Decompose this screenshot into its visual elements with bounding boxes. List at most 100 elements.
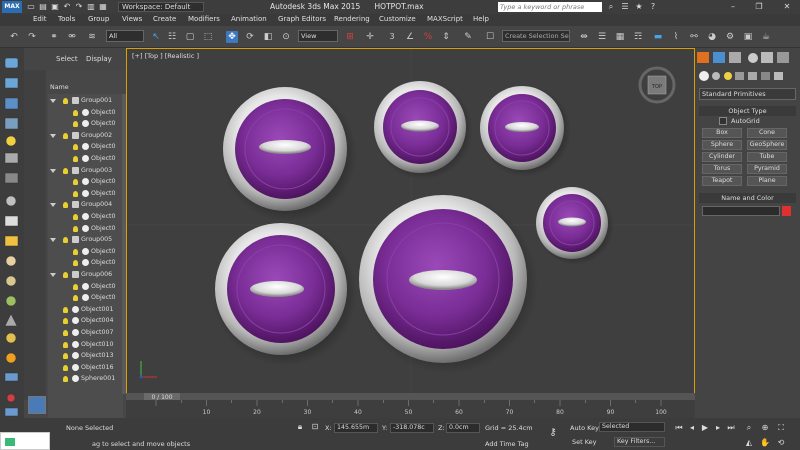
toggle-layer-explorer-icon[interactable]: ☶ bbox=[632, 31, 644, 43]
tree-object-row[interactable]: Object0 bbox=[48, 211, 118, 223]
zoom-icon[interactable]: ⌕ bbox=[744, 423, 754, 433]
visibility-bulb-icon[interactable] bbox=[63, 272, 68, 278]
tree-group-row[interactable]: Group003 bbox=[48, 165, 118, 177]
tree-object-row[interactable]: Object0 bbox=[48, 153, 118, 165]
add-time-tag[interactable]: Add Time Tag bbox=[485, 440, 529, 448]
edit-named-selection-icon[interactable]: ✎ bbox=[462, 31, 474, 43]
app-logo[interactable]: MAX bbox=[2, 1, 22, 13]
expand-arrow-icon[interactable] bbox=[50, 203, 56, 208]
tree-object-row[interactable]: Object0 bbox=[48, 188, 118, 200]
visibility-bulb-icon[interactable] bbox=[63, 237, 68, 244]
autogrid-checkbox[interactable] bbox=[719, 117, 727, 125]
tree-object-row[interactable]: Object0 bbox=[48, 118, 118, 130]
strip-icon-1[interactable] bbox=[4, 57, 19, 69]
reference-coord-dropdown[interactable]: View bbox=[298, 30, 338, 42]
menu-help[interactable]: Help bbox=[473, 15, 489, 23]
name-color-header[interactable]: Name and Color bbox=[699, 193, 796, 203]
primitive-type-dropdown[interactable]: Standard Primitives bbox=[699, 88, 796, 100]
menu-create[interactable]: Create bbox=[153, 15, 176, 23]
strip-icon-15[interactable] bbox=[5, 332, 17, 344]
helpers-icon[interactable] bbox=[748, 72, 757, 80]
save-file-icon[interactable]: ▣ bbox=[50, 2, 60, 12]
hierarchy-tab-icon[interactable] bbox=[729, 52, 741, 63]
expand-arrow-icon[interactable] bbox=[50, 99, 56, 103]
rendered-frame-icon[interactable]: ▣ bbox=[742, 31, 754, 43]
angle-snap-icon[interactable]: ∠ bbox=[404, 31, 416, 43]
viewcube[interactable]: TOP bbox=[638, 66, 676, 104]
go-to-start-icon[interactable]: ⏮ bbox=[674, 423, 684, 433]
select-rotate-icon[interactable]: ⟳ bbox=[244, 31, 256, 43]
pyramid-button[interactable]: Pyramid bbox=[747, 164, 787, 174]
expand-arrow-icon[interactable] bbox=[50, 133, 56, 138]
tree-object-row[interactable]: Object0 bbox=[48, 292, 118, 304]
toggle-scene-explorer-icon[interactable]: ▦ bbox=[614, 31, 626, 43]
go-to-end-icon[interactable]: ⏭ bbox=[726, 423, 736, 433]
tree-object-row[interactable]: Object0 bbox=[48, 223, 118, 235]
strip-icon-14[interactable] bbox=[4, 313, 18, 327]
strip-icon-18[interactable] bbox=[6, 393, 16, 403]
cameras-icon[interactable] bbox=[735, 72, 744, 80]
zoom-extents-icon[interactable]: ⛶ bbox=[776, 423, 786, 433]
modify-tab-icon[interactable] bbox=[713, 52, 725, 63]
visibility-bulb-icon[interactable] bbox=[63, 98, 68, 104]
visibility-bulb-icon[interactable] bbox=[63, 376, 68, 383]
motion-tab-icon[interactable] bbox=[748, 53, 758, 63]
tree-object-row[interactable]: Object0 bbox=[48, 246, 118, 258]
tab-select[interactable]: Select bbox=[56, 55, 78, 63]
mirror-icon[interactable]: ⇹ bbox=[578, 31, 590, 43]
tab-display[interactable]: Display bbox=[86, 55, 112, 63]
lock-selection-icon[interactable]: 🔒︎ bbox=[295, 422, 305, 432]
set-key-button[interactable]: Set Key bbox=[572, 438, 597, 446]
fetch-icon[interactable]: ▦ bbox=[98, 2, 108, 12]
hold-icon[interactable]: ▥ bbox=[86, 2, 96, 12]
menu-modifiers[interactable]: Modifiers bbox=[188, 15, 220, 23]
expand-arrow-icon[interactable] bbox=[50, 238, 56, 243]
menu-animation[interactable]: Animation bbox=[231, 15, 267, 23]
box-button[interactable]: Box bbox=[702, 128, 742, 138]
menu-rendering[interactable]: Rendering bbox=[334, 15, 370, 23]
cylinder-button[interactable]: Cylinder bbox=[702, 152, 742, 162]
tube-button[interactable]: Tube bbox=[747, 152, 787, 162]
strip-icon-11[interactable] bbox=[5, 255, 17, 267]
strip-icon-10[interactable] bbox=[4, 235, 19, 247]
visibility-bulb-icon[interactable] bbox=[63, 306, 68, 313]
zoom-all-icon[interactable]: ⊕ bbox=[760, 423, 770, 433]
menu-customize[interactable]: Customize bbox=[379, 15, 416, 23]
track-bar[interactable]: 10 20 30 40 50 60 70 80 90 100 bbox=[126, 400, 695, 418]
key-icon[interactable]: ⚷ bbox=[548, 428, 558, 438]
tree-group-row[interactable]: Group004 bbox=[48, 199, 118, 211]
percent-snap-icon[interactable]: % bbox=[422, 31, 434, 43]
menu-group[interactable]: Group bbox=[88, 15, 109, 23]
select-move-icon[interactable]: ✥ bbox=[226, 31, 238, 43]
strip-icon-9[interactable] bbox=[4, 215, 19, 227]
tree-object-row[interactable]: Object0 bbox=[48, 281, 118, 293]
visibility-bulb-icon[interactable] bbox=[73, 214, 78, 220]
lights-icon[interactable] bbox=[724, 72, 732, 80]
absolute-mode-icon[interactable]: ⊡ bbox=[310, 422, 320, 432]
visibility-bulb-icon[interactable] bbox=[73, 283, 78, 290]
new-file-icon[interactable]: ▭ bbox=[26, 2, 36, 12]
explorer-panel-toggle-icon[interactable] bbox=[28, 396, 46, 414]
render-production-icon[interactable]: ☕ bbox=[760, 31, 772, 43]
strip-icon-13[interactable] bbox=[5, 295, 17, 307]
close-icon[interactable]: ✕ bbox=[782, 2, 792, 12]
strip-icon-12[interactable] bbox=[5, 275, 17, 287]
geosphere-button[interactable]: GeoSphere bbox=[747, 140, 787, 150]
redo-icon[interactable]: ↷ bbox=[26, 31, 38, 43]
link-icon[interactable]: ⚭ bbox=[48, 31, 60, 43]
previous-frame-icon[interactable]: ◂ bbox=[687, 423, 697, 433]
tree-group-row[interactable]: Group002 bbox=[48, 130, 118, 142]
shapes-icon[interactable] bbox=[712, 72, 720, 80]
schematic-view-icon[interactable]: ⚯ bbox=[688, 31, 700, 43]
curve-editor-icon[interactable]: ⌇ bbox=[670, 31, 682, 43]
visibility-bulb-icon[interactable] bbox=[73, 109, 78, 116]
auto-key-button[interactable]: Auto Key bbox=[570, 424, 599, 432]
strip-icon-4[interactable] bbox=[4, 117, 19, 130]
visibility-bulb-icon[interactable] bbox=[73, 260, 78, 267]
expand-arrow-icon[interactable] bbox=[50, 168, 56, 173]
strip-icon-19[interactable] bbox=[4, 407, 19, 417]
star-icon[interactable]: ★ bbox=[634, 2, 644, 12]
tree-object-row[interactable]: Object0 bbox=[48, 107, 118, 119]
viewport-top[interactable]: [+] [Top ] [Realistic ] TOP bbox=[126, 48, 695, 400]
visibility-bulb-icon[interactable] bbox=[73, 156, 78, 162]
